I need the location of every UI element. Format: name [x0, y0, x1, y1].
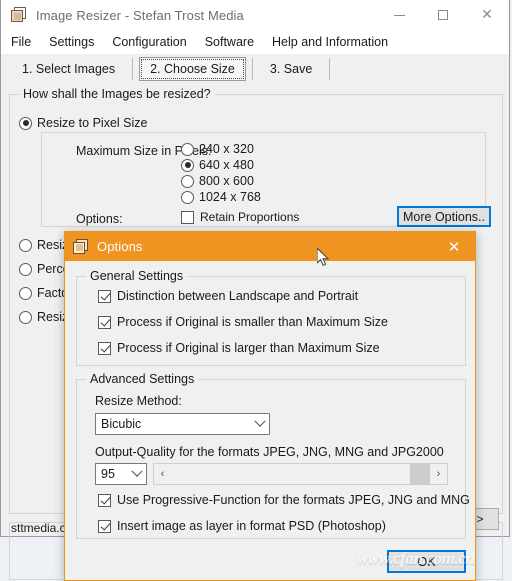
- ok-button[interactable]: OK: [387, 550, 466, 573]
- radio-resize-to-pixel-size[interactable]: Resize to Pixel Size: [19, 116, 147, 130]
- checkbox-process-if-smaller[interactable]: Process if Original is smaller than Maxi…: [98, 315, 388, 329]
- tab-separator: [132, 58, 134, 80]
- radio-indicator: [19, 238, 32, 252]
- checkbox-indicator: [98, 519, 111, 533]
- options-dialog: Options ✕ General Settings Distinction b…: [64, 231, 476, 581]
- options-label: Options:: [76, 212, 123, 226]
- options-dialog-body: General Settings Distinction between Lan…: [65, 261, 475, 580]
- output-quality-label: Output-Quality for the formats JPEG, JNG…: [95, 445, 444, 459]
- radio-indicator: [181, 174, 194, 188]
- menu-item-settings[interactable]: Settings: [49, 33, 103, 51]
- close-button[interactable]: ✕: [465, 0, 509, 30]
- options-dialog-titlebar[interactable]: Options ✕: [65, 232, 475, 261]
- tab-save[interactable]: 3. Save: [259, 57, 323, 81]
- checkbox-retain-proportions[interactable]: Retain Proportions: [181, 210, 299, 224]
- quality-select[interactable]: 95: [95, 463, 147, 485]
- menu-item-help-and-information[interactable]: Help and Information: [272, 33, 397, 51]
- scroll-left-button[interactable]: ‹: [154, 464, 171, 484]
- close-icon: ✕: [481, 7, 493, 23]
- window-controls: ✕: [377, 0, 509, 30]
- tab-separator: [251, 58, 253, 80]
- scroll-right-button[interactable]: ›: [430, 464, 447, 484]
- advanced-settings-title: Advanced Settings: [86, 372, 199, 386]
- chevron-down-icon: [251, 415, 269, 428]
- menu-item-software[interactable]: Software: [205, 33, 263, 51]
- maximize-button[interactable]: [421, 0, 465, 30]
- checkbox-label: Process if Original is smaller than Maxi…: [117, 315, 388, 329]
- options-dialog-icon: [73, 238, 89, 255]
- checkbox-label: Distinction between Landscape and Portra…: [117, 289, 359, 303]
- radio-indicator: [181, 158, 194, 172]
- radio-label: 240 x 320: [199, 142, 254, 156]
- menu-item-configuration[interactable]: Configuration: [112, 33, 195, 51]
- chevron-down-icon: [128, 465, 146, 478]
- checkbox-process-if-larger[interactable]: Process if Original is larger than Maxim…: [98, 341, 380, 355]
- scroll-thumb[interactable]: [410, 464, 430, 484]
- quality-value: 95: [101, 467, 115, 481]
- window-title: Image Resizer - Stefan Trost Media: [36, 7, 244, 23]
- maximize-icon: [438, 10, 448, 20]
- checkbox-indicator: [181, 210, 194, 224]
- checkbox-indicator: [98, 493, 111, 507]
- scroll-track[interactable]: [171, 464, 430, 484]
- checkbox-label: Use Progressive-Function for the formats…: [117, 493, 470, 507]
- checkbox-indicator: [98, 315, 111, 329]
- radio-indicator: [181, 190, 194, 204]
- radio-size-1024x768[interactable]: 1024 x 768: [181, 190, 261, 204]
- checkbox-indicator: [98, 289, 111, 303]
- checkbox-label: Retain Proportions: [200, 210, 300, 224]
- checkbox-label: Insert image as layer in format PSD (Pho…: [117, 519, 386, 533]
- close-icon: ✕: [447, 237, 461, 256]
- radio-indicator: [19, 262, 32, 276]
- screen: Image Resizer - Stefan Trost Media ✕ Fil…: [0, 0, 512, 581]
- checkbox-insert-image-as-layer-psd[interactable]: Insert image as layer in format PSD (Pho…: [98, 519, 386, 533]
- radio-label: Resize to Pixel Size: [37, 116, 148, 130]
- radio-size-800x600[interactable]: 800 x 600: [181, 174, 254, 188]
- checkbox-indicator: [98, 341, 111, 355]
- radio-size-640x480[interactable]: 640 x 480: [181, 158, 254, 172]
- tab-choose-size[interactable]: 2. Choose Size: [139, 57, 246, 81]
- tabstrip: 1. Select Images 2. Choose Size 3. Save: [1, 54, 509, 84]
- radio-mode-percentage[interactable]: Perce: [19, 262, 70, 276]
- more-options-button[interactable]: More Options..: [397, 206, 491, 227]
- resize-method-label: Resize Method:: [95, 394, 182, 408]
- quality-slider-scrollbar[interactable]: ‹ ›: [153, 463, 448, 485]
- checkbox-distinction-landscape-portrait[interactable]: Distinction between Landscape and Portra…: [98, 289, 358, 303]
- radio-indicator: [181, 142, 194, 156]
- radio-indicator: [19, 116, 32, 130]
- options-dialog-close-button[interactable]: ✕: [433, 232, 475, 261]
- radio-mode-factor[interactable]: Facto: [19, 286, 68, 300]
- radio-label: 1024 x 768: [199, 190, 261, 204]
- menubar: File Settings Configuration Software Hel…: [1, 30, 509, 54]
- window-titlebar[interactable]: Image Resizer - Stefan Trost Media ✕: [1, 0, 509, 30]
- checkbox-label: Process if Original is larger than Maxim…: [117, 341, 380, 355]
- tab-separator: [329, 58, 331, 80]
- menu-item-file[interactable]: File: [11, 33, 40, 51]
- radio-size-240x320[interactable]: 240 x 320: [181, 142, 254, 156]
- general-settings-title: General Settings: [86, 269, 188, 283]
- resize-mode-group-title: How shall the Images be resized?: [19, 87, 215, 101]
- radio-indicator: [19, 286, 32, 300]
- minimize-icon: [393, 14, 405, 16]
- tab-select-images[interactable]: 1. Select Images: [11, 57, 126, 81]
- radio-label: 800 x 600: [199, 174, 254, 188]
- app-icon: [11, 7, 27, 23]
- resize-method-value: Bicubic: [101, 417, 142, 431]
- resize-method-select[interactable]: Bicubic: [95, 413, 270, 435]
- radio-indicator: [19, 310, 32, 324]
- checkbox-use-progressive-function[interactable]: Use Progressive-Function for the formats…: [98, 493, 470, 507]
- radio-label: 640 x 480: [199, 158, 254, 172]
- options-dialog-title: Options: [97, 239, 143, 254]
- minimize-button[interactable]: [377, 0, 421, 30]
